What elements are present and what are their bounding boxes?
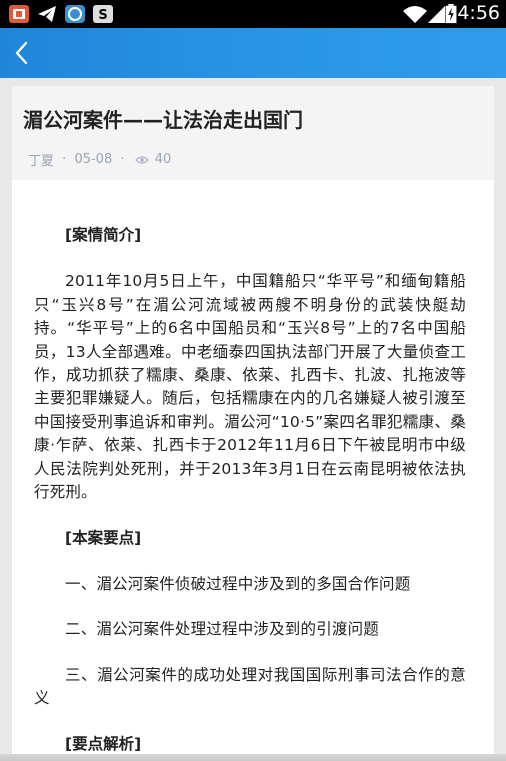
eye-icon bbox=[134, 155, 149, 164]
meta-separator: · bbox=[62, 152, 67, 167]
telegram-icon bbox=[38, 6, 56, 22]
case-summary-paragraph: 2011年10月5日上午，中国籍船只“华平号”和缅甸籍船只“玉兴8号”在湄公河流… bbox=[34, 272, 466, 502]
view-count: 40 bbox=[154, 152, 172, 167]
app-notification-icon-2 bbox=[65, 5, 85, 23]
back-arrow-icon[interactable] bbox=[6, 34, 44, 72]
publish-date: 05-08 bbox=[74, 152, 113, 167]
article-title: 湄公河案件——让法治走出国门 bbox=[23, 108, 303, 132]
clock: 4:56 bbox=[457, 2, 500, 24]
app-bar bbox=[0, 28, 506, 78]
meta-separator-2: · bbox=[120, 152, 125, 167]
article-body: [案情简介] 2011年10月5日上午，中国籍船只“华平号”和缅甸籍船只“玉兴8… bbox=[34, 224, 466, 756]
key-point-2: 二、湄公河案件处理过程中涉及到的引渡问题 bbox=[65, 620, 380, 639]
article-header: 湄公河案件——让法治走出国门 丁夏 · 05-08 · 40 bbox=[12, 86, 494, 180]
section-heading-analysis: [要点解析] bbox=[65, 734, 142, 753]
bottom-edge bbox=[0, 754, 506, 761]
status-bar: S 4:56 bbox=[0, 0, 506, 28]
key-point-1: 一、湄公河案件侦破过程中涉及到的多国合作问题 bbox=[65, 574, 411, 593]
article-meta: 丁夏 · 05-08 · 40 bbox=[28, 150, 171, 169]
key-point-3: 三、湄公河案件的成功处理对我国国际刑事司法合作的意义 bbox=[34, 665, 466, 708]
s-app-icon: S bbox=[93, 5, 113, 23]
article-card: 湄公河案件——让法治走出国门 丁夏 · 05-08 · 40 [案情简介] 20… bbox=[12, 86, 494, 761]
wifi-icon bbox=[403, 6, 427, 23]
svg-text:S: S bbox=[98, 8, 107, 23]
author-name[interactable]: 丁夏 bbox=[28, 154, 54, 169]
section-heading-case-summary: [案情简介] bbox=[65, 226, 142, 244]
battery-icon bbox=[445, 4, 457, 24]
app-notification-icon bbox=[9, 5, 29, 23]
section-heading-key-points: [本案要点] bbox=[65, 529, 142, 548]
